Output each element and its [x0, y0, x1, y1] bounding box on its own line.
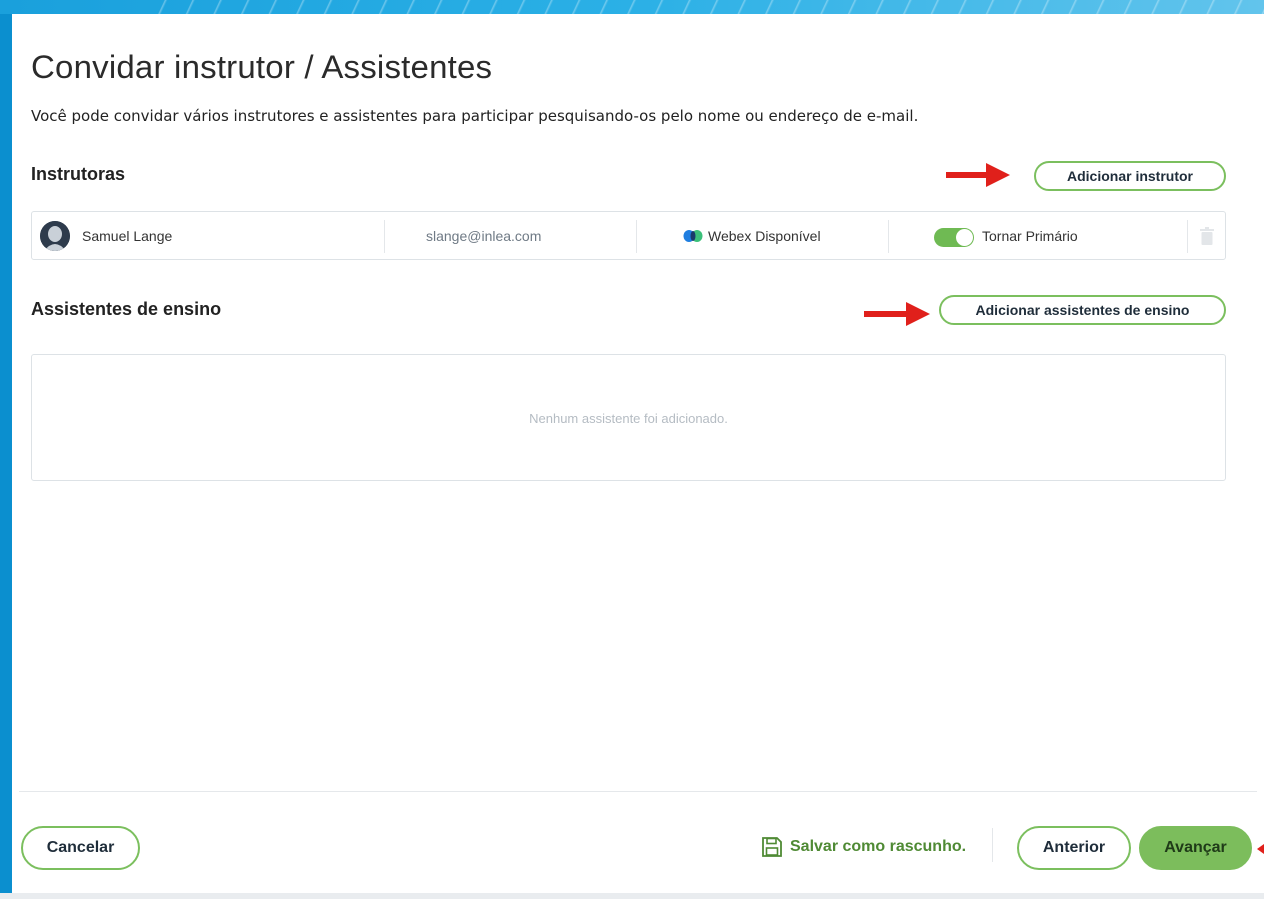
- person-avatar-icon: [40, 221, 70, 251]
- bottom-strip: [0, 893, 1264, 899]
- add-assistants-button[interactable]: Adicionar assistentes de ensino: [939, 295, 1226, 325]
- floppy-disk-icon: [762, 837, 782, 857]
- red-arrow-icon: [1257, 844, 1264, 854]
- red-arrow-icon: [864, 302, 930, 326]
- assistants-heading: Assistentes de ensino: [31, 299, 222, 319]
- invite-panel: Convidar instrutor / Assistentes Você po…: [12, 14, 1264, 899]
- save-draft-button[interactable]: Salvar como rascunho.: [762, 837, 966, 857]
- empty-message: Nenhum assistente foi adicionado.: [529, 411, 728, 426]
- toggle-knob: [956, 229, 973, 246]
- webex-logo-icon: [683, 230, 703, 242]
- instructor-email: slange@inlea.com: [426, 228, 542, 244]
- save-draft-label: Salvar como rascunho.: [790, 838, 967, 855]
- background-left-edge: [0, 14, 12, 899]
- cell-divider: [1187, 220, 1188, 253]
- page-subtitle: Você pode convidar vários instrutores e …: [31, 107, 919, 125]
- page-title: Convidar instrutor / Assistentes: [31, 48, 493, 85]
- add-instructor-button[interactable]: Adicionar instrutor: [1034, 161, 1226, 191]
- cell-divider: [888, 220, 889, 253]
- footer-divider: [19, 791, 1257, 792]
- instructor-row: Samuel Lange slange@inlea.com Webex Disp…: [31, 211, 1226, 260]
- cell-divider: [384, 220, 385, 253]
- next-button[interactable]: Avançar: [1139, 826, 1252, 870]
- instructor-name: Samuel Lange: [82, 228, 173, 244]
- cell-divider: [636, 220, 637, 253]
- previous-button[interactable]: Anterior: [1017, 826, 1131, 870]
- assistants-empty-state: Nenhum assistente foi adicionado.: [31, 354, 1226, 481]
- footer-vertical-divider: [992, 828, 993, 862]
- primary-toggle[interactable]: [934, 228, 974, 247]
- background-stripes: [140, 0, 1264, 14]
- instructors-heading: Instrutoras: [31, 164, 126, 184]
- primary-toggle-label: Tornar Primário: [982, 228, 1078, 244]
- instructor-status: Webex Disponível: [708, 228, 821, 244]
- red-arrow-icon: [946, 163, 1010, 187]
- trash-icon[interactable]: [1200, 227, 1214, 245]
- cancel-button[interactable]: Cancelar: [21, 826, 140, 870]
